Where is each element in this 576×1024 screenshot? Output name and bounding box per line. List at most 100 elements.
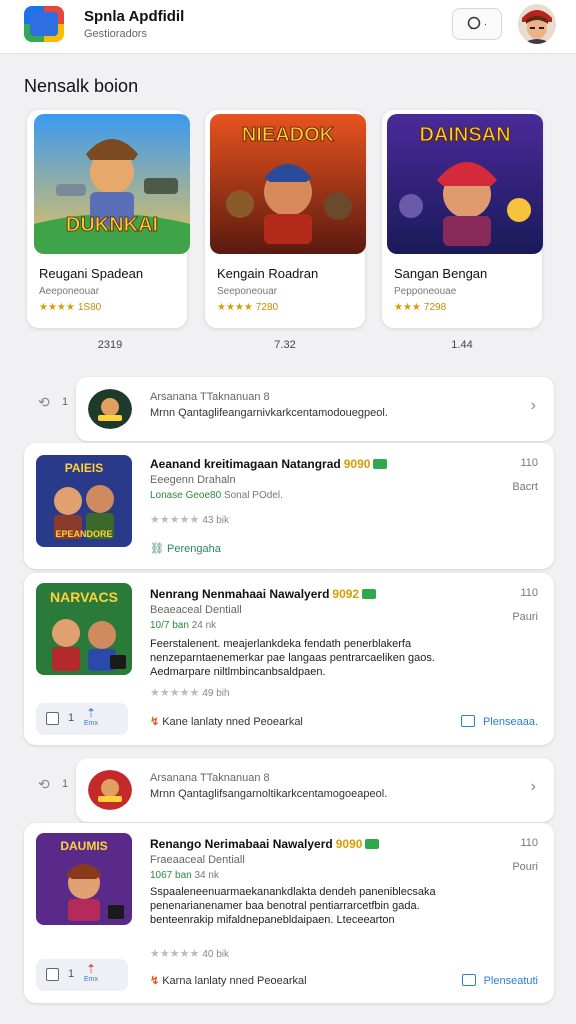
link-icon: ⛓ — [150, 543, 168, 555]
reply-text: ↯ Karna lanlaty nned Peoearkal — [150, 975, 307, 987]
featured-app-rating: ★★★ 7298 — [394, 302, 447, 313]
app-list-item[interactable]: PAIEIS EPEANDORE Aeanand kreitimagaan Na… — [24, 443, 554, 569]
app-description: Sspaaleneenuarmaekanankdlakta dendeh pan… — [150, 886, 436, 926]
reco-count: 1 — [62, 396, 69, 408]
app-thumbnail: NARVACS — [36, 583, 132, 675]
app-header: Spnla Apdfidil Gestioradors · — [0, 0, 576, 54]
chevron-right-icon[interactable]: › — [531, 778, 536, 796]
thumb-up-icon: ⇡ — [86, 962, 97, 976]
like-icon-label: Emx — [84, 720, 98, 727]
featured-app-developer: Aeeponeouar — [39, 286, 100, 297]
app-count: 110 — [520, 457, 538, 469]
reco-title: Arsanana TTaknanuan 8 — [150, 772, 270, 784]
user-avatar[interactable] — [518, 4, 556, 44]
star-icon: ★★★★★ — [150, 687, 200, 699]
reply-icon: ↯ — [150, 716, 160, 728]
verified-flag-icon — [362, 589, 377, 599]
app-name: Nenrang Nenmahaai Nawalyerd 9092 — [150, 587, 377, 601]
star-icon: ★★★★ — [39, 302, 75, 313]
star-icon: ★★★★★ — [150, 948, 200, 960]
app-subtitle: Beaeaceal Dentiall — [150, 604, 242, 616]
like-count: 1 — [68, 712, 75, 724]
app-meta: Lonase Geoe80 Sonal POdel. — [150, 490, 283, 501]
refresh-icon[interactable]: ⟲ — [38, 776, 50, 793]
app-action-button[interactable]: Bacrt — [512, 481, 538, 493]
app-thumb-title: NARVACS — [50, 589, 118, 605]
featured-art-title: DUKNKAI — [65, 214, 159, 237]
share-icon — [460, 715, 475, 727]
thumb-up-icon: ⇡ — [86, 706, 97, 720]
featured-app-rating: ★★★★ 7280 — [217, 302, 279, 313]
app-action-button[interactable]: Pouri — [512, 861, 538, 873]
app-logo-icon[interactable] — [24, 6, 64, 42]
featured-app-card[interactable]: DAINSAN Sangan Bengan Pepponeouae ★★★ 729… — [382, 110, 543, 328]
star-icon: ★★★★ — [217, 302, 253, 313]
featured-app-name: Kengain Roadran — [217, 266, 319, 281]
featured-app-card[interactable]: NIEADOK Kengain Roadran Seeponeouar ★★★★… — [205, 110, 366, 328]
refresh-icon[interactable]: ⟲ — [38, 394, 50, 411]
reco-count: 1 — [62, 778, 69, 790]
app-meta: 10/7 ban 24 nk — [150, 620, 217, 631]
app-thumb-title: DAUMIS — [60, 839, 108, 853]
chevron-right-icon[interactable]: › — [531, 397, 536, 415]
like-checkbox[interactable] — [46, 968, 59, 981]
app-title: Spnla Apdfidil — [84, 8, 185, 25]
reco-badge-icon — [88, 770, 132, 810]
app-rating: ★★★★★ 40 bik — [150, 948, 229, 960]
app-count: 110 — [520, 837, 538, 849]
featured-app-card[interactable]: DUKNKAI Reugani Spadean Aeeponeouar ★★★★… — [27, 110, 190, 328]
featured-app-name: Reugani Spadean — [39, 266, 144, 281]
featured-app-rating: ★★★★ 1S80 — [39, 302, 102, 313]
reply-text: ↯ Kane lanlaty nned Peoearkal — [150, 716, 303, 728]
like-count: 1 — [68, 968, 75, 980]
app-rating: ★★★★★ 49 bih — [150, 687, 230, 699]
featured-app-art: DUKNKAI — [34, 114, 190, 254]
verified-flag-icon — [373, 459, 388, 469]
app-thumbnail: DAUMIS — [36, 833, 132, 925]
app-count: 110 — [520, 587, 538, 599]
featured-app-name: Sangan Bengan — [394, 266, 488, 281]
share-link[interactable]: Plenseatuti — [461, 974, 538, 987]
featured-app-count: 7.32 — [274, 339, 296, 351]
like-checkbox[interactable] — [46, 712, 59, 725]
like-icon-label: Emx — [84, 976, 98, 983]
featured-app-developer: Seeponeouar — [217, 286, 278, 297]
chat-button-label: · — [483, 18, 488, 30]
app-action-button[interactable]: Pauri — [512, 611, 538, 623]
reco-badge-icon — [88, 389, 132, 429]
app-install-link[interactable]: ⛓ Perengaha — [150, 542, 221, 555]
reco-description: Mrnn Qantaglifsangarnoltikarkcentamogoea… — [150, 788, 388, 800]
recommendation-row[interactable]: Arsanana TTaknanuan 8 Mrnn Qantaglifeang… — [76, 377, 554, 441]
like-control[interactable]: 1 ⇡ Emx — [36, 703, 128, 735]
app-meta: 1067 ban 34 nk — [150, 870, 219, 881]
featured-art-title: DAINSAN — [419, 124, 511, 147]
app-rating: ★★★★★ 43 bik — [150, 514, 229, 526]
app-thumb-title: PAIEIS — [64, 461, 104, 475]
recommendation-row[interactable]: Arsanana TTaknanuan 8 Mrnn Qantaglifsang… — [76, 758, 554, 822]
featured-art-title: NIEADOK — [241, 124, 335, 147]
like-control[interactable]: 1 ⇡ Emx — [36, 959, 128, 991]
featured-app-count: 2319 — [97, 339, 123, 351]
app-name: Aeanand kreitimagaan Natangrad 9090 — [150, 457, 388, 471]
share-link[interactable]: Plenseaaa. — [460, 715, 538, 728]
section-title: Nensalk boion — [24, 76, 139, 96]
app-subtitle: Gestioradors — [84, 28, 147, 40]
featured-app-count: 1.44 — [451, 339, 473, 351]
share-icon — [461, 974, 476, 986]
star-icon: ★★★ — [394, 302, 421, 313]
app-thumbnail: PAIEIS EPEANDORE — [36, 455, 132, 547]
app-list-item[interactable]: NARVACS Nenrang Nenmahaai Nawalyerd 9092 … — [24, 573, 554, 745]
verified-flag-icon — [365, 839, 380, 849]
featured-app-art: NIEADOK — [210, 114, 366, 254]
reco-title: Arsanana TTaknanuan 8 — [150, 391, 270, 403]
app-name: Renango Nerimabaai Nawalyerd 9090 — [150, 837, 380, 851]
app-description: Feerstalenent. meajerlankdeka fendath pe… — [150, 638, 435, 678]
featured-app-art: DAINSAN — [387, 114, 543, 254]
reco-description: Mrnn Qantaglifeangarnivkarkcentamodouegp… — [150, 407, 388, 419]
chat-button[interactable]: · — [452, 8, 502, 40]
app-thumb-caption: EPEANDORE — [55, 529, 113, 539]
reply-icon: ↯ — [150, 975, 160, 987]
app-list-item[interactable]: DAUMIS Renango Nerimabaai Nawalyerd 9090 … — [24, 823, 554, 1003]
featured-app-developer: Pepponeouae — [394, 286, 457, 297]
app-subtitle: Eeegenn Drahaln — [150, 474, 236, 486]
